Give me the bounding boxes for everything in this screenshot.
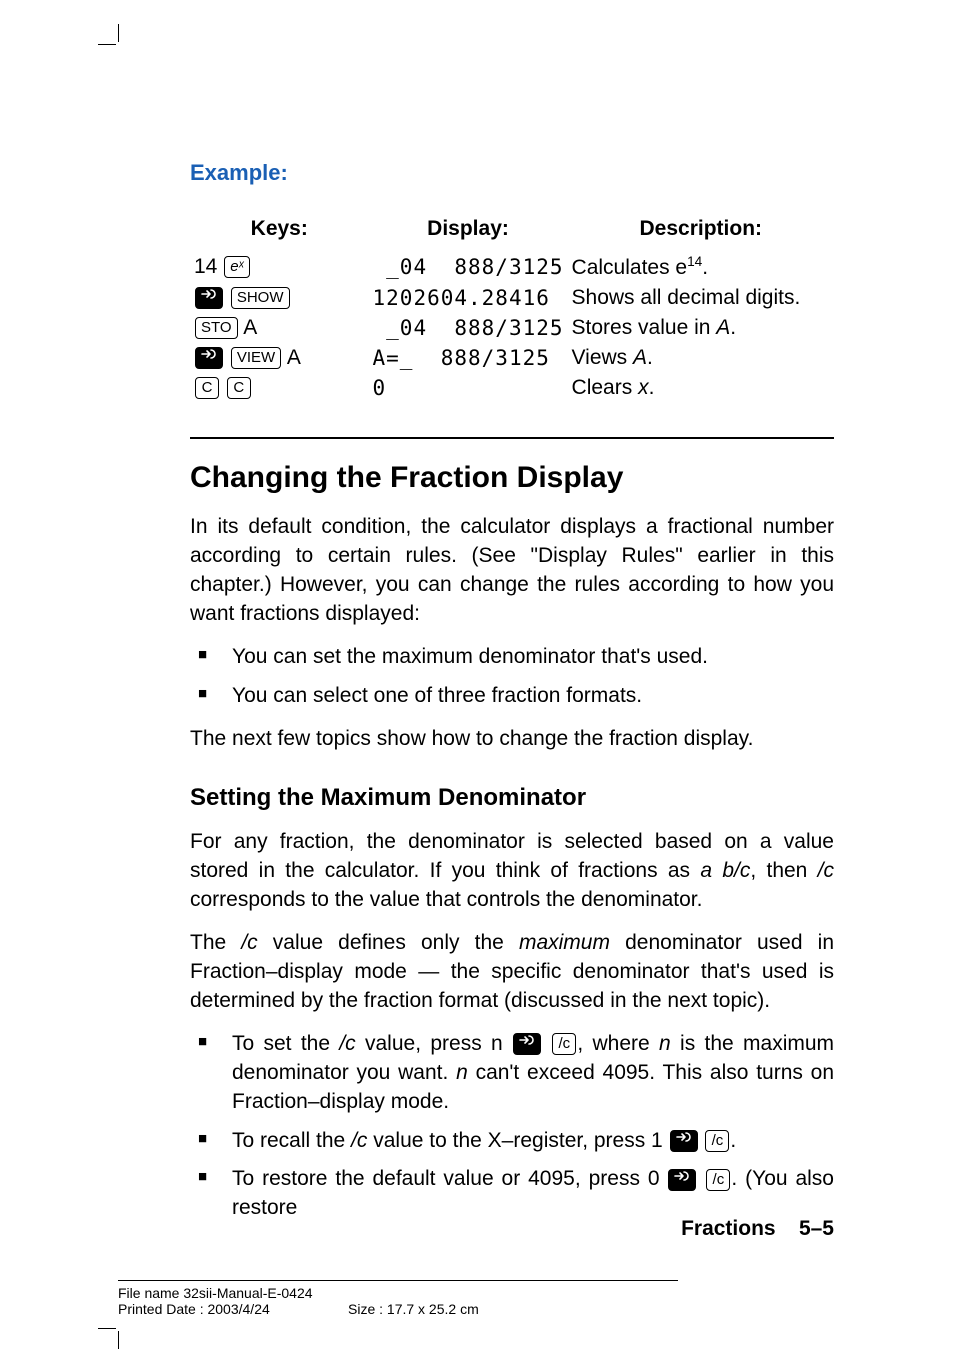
description-value: Shows all decimal digits. [568, 283, 834, 313]
display-value: _04 888/3125 [369, 313, 568, 343]
display-value: 0 [369, 373, 568, 403]
description-value: Views A. [568, 343, 834, 373]
set-c-bullet-list: To set the /c value, press n /c, where n… [190, 1030, 834, 1224]
keys-suffix: A [282, 346, 301, 369]
table-row: 14 eˣ _04 888/3125 Calculates e14. [190, 251, 834, 283]
shift-right-icon [668, 1169, 696, 1191]
keys-display-description-table: Keys: Display: Description: 14 eˣ _04 88… [190, 216, 834, 403]
col-keys-header: Keys: [190, 216, 369, 251]
max-denom-para-2: The /c value defines only the maximum de… [190, 929, 834, 1016]
display-value: A=_ 888/3125 [369, 343, 568, 373]
shift-right-icon [195, 347, 223, 369]
description-value: Stores value in A. [568, 313, 834, 343]
ex-key: eˣ [224, 256, 249, 278]
fraction-c-key: /c [706, 1169, 730, 1191]
intro-paragraph: In its default condition, the calculator… [190, 513, 834, 629]
list-item: You can set the maximum denominator that… [190, 643, 834, 672]
clear-key: C [195, 377, 219, 399]
list-item: To recall the /c value to the X–register… [190, 1127, 834, 1156]
col-display-header: Display: [369, 216, 568, 251]
printed-date: Printed Date : 2003/4/24 [118, 1301, 348, 1317]
view-key: VIEW [231, 347, 281, 369]
shift-right-icon [670, 1130, 698, 1152]
col-description-header: Description: [568, 216, 834, 251]
display-value: 1202604.28416 [369, 283, 568, 313]
description-value: Calculates e14. [568, 251, 834, 283]
shift-right-icon [195, 287, 223, 309]
page-number: 5–5 [799, 1217, 834, 1240]
page-footer: Fractions 5–5 [681, 1217, 834, 1241]
sto-key: STO [195, 317, 238, 339]
display-value: _04 888/3125 [369, 251, 568, 283]
list-item: To restore the default value or 4095, pr… [190, 1165, 834, 1223]
chapter-name: Fractions [681, 1217, 776, 1240]
table-row: STO A _04 888/3125 Stores value in A. [190, 313, 834, 343]
table-row: C C 0 Clears x. [190, 373, 834, 403]
list-item: To set the /c value, press n /c, where n… [190, 1030, 834, 1117]
file-name-line: File name 32sii-Manual-E-0424 [118, 1285, 678, 1301]
example-heading: Example: [190, 160, 834, 186]
fraction-c-key: /c [705, 1130, 729, 1152]
keys-prefix: 14 [194, 255, 223, 278]
subsection-heading: Setting the Maximum Denominator [190, 784, 834, 812]
page-size: Size : 17.7 x 25.2 cm [348, 1301, 479, 1317]
clear-key: C [227, 377, 251, 399]
max-denom-para-1: For any fraction, the denominator is sel… [190, 828, 834, 915]
table-row: VIEW A A=_ 888/3125 Views A. [190, 343, 834, 373]
show-key: SHOW [231, 287, 290, 309]
intro-after-paragraph: The next few topics show how to change t… [190, 725, 834, 754]
keys-suffix: A [239, 316, 258, 339]
section-heading: Changing the Fraction Display [190, 461, 834, 495]
file-info-block: File name 32sii-Manual-E-0424 Printed Da… [118, 1280, 678, 1317]
description-value: Clears x. [568, 373, 834, 403]
intro-bullet-list: You can set the maximum denominator that… [190, 643, 834, 711]
table-row: SHOW 1202604.28416 Shows all decimal dig… [190, 283, 834, 313]
list-item: You can select one of three fraction for… [190, 682, 834, 711]
fraction-c-key: /c [552, 1033, 576, 1055]
section-divider [190, 437, 834, 439]
shift-right-icon [513, 1033, 541, 1055]
